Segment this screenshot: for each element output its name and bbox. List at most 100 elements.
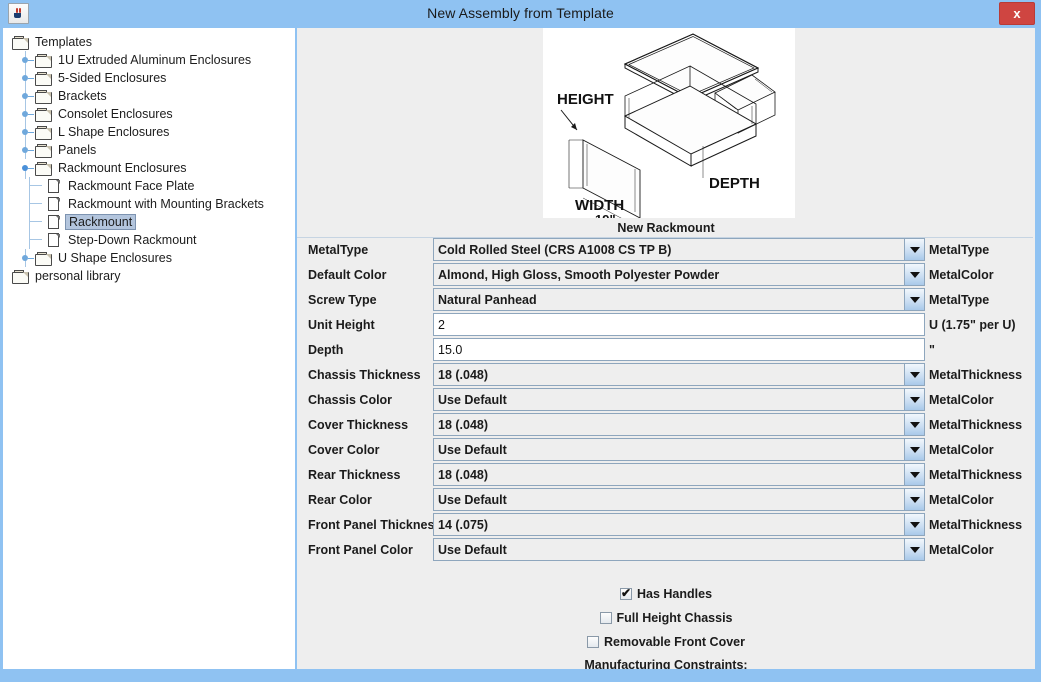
dropdown-rear-color[interactable]: Use Default xyxy=(433,488,925,511)
chevron-down-icon[interactable] xyxy=(904,364,924,385)
tree-item-rackmount-enclosures[interactable]: Rackmount Enclosures xyxy=(4,159,294,179)
tree-item-u-shape-enclosures[interactable]: U Shape Enclosures xyxy=(4,249,294,267)
folder-icon xyxy=(12,269,29,284)
form-row-depth: Depth 15.0 " xyxy=(297,337,1035,362)
folder-icon xyxy=(35,89,52,104)
dropdown-metaltype[interactable]: Cold Rolled Steel (CRS A1008 CS TP B) xyxy=(433,238,925,261)
checkbox-full-height-chassis[interactable] xyxy=(599,612,612,624)
control-wrap-depth: 15.0 xyxy=(433,338,925,361)
folder-icon xyxy=(35,143,52,158)
dropdown-value-chassis-thickness: 18 (.048) xyxy=(438,367,489,382)
close-icon[interactable]: x xyxy=(999,2,1035,25)
control-wrap-unit-height: 2 xyxy=(433,313,925,336)
control-wrap-chassis-thickness: 18 (.048) xyxy=(433,363,925,386)
tree-connector-stub xyxy=(30,221,42,222)
dropdown-screw-type[interactable]: Natural Panhead xyxy=(433,288,925,311)
template-tree[interactable]: Templates 1U Extruded Aluminum Enclosures… xyxy=(4,29,294,285)
file-icon xyxy=(48,178,61,194)
dropdown-value-screw-type: Natural Panhead xyxy=(438,292,537,307)
dropdown-front-panel-color[interactable]: Use Default xyxy=(433,538,925,561)
dropdown-chassis-thickness[interactable]: 18 (.048) xyxy=(433,363,925,386)
template-tree-panel[interactable]: Templates 1U Extruded Aluminum Enclosures… xyxy=(3,28,295,669)
tree-connector-stub xyxy=(30,239,42,240)
tree-item-rackmount[interactable]: Rackmount xyxy=(4,213,294,231)
tree-item-1u-extruded-aluminum-enclosures[interactable]: 1U Extruded Aluminum Enclosures xyxy=(4,51,294,69)
chevron-down-icon[interactable] xyxy=(904,289,924,310)
control-wrap-rear-color: Use Default xyxy=(433,488,925,511)
form-row-unit-height: Unit Height 2 U (1.75" per U) xyxy=(297,312,1035,337)
unit-label-screw-type: MetalType xyxy=(929,292,990,307)
tree-item-label: Rackmount with Mounting Brackets xyxy=(68,197,264,211)
checkbox-row-full-height-chassis[interactable]: Full Height Chassis xyxy=(297,606,1035,630)
dropdown-chassis-color[interactable]: Use Default xyxy=(433,388,925,411)
tree-expand-icon[interactable] xyxy=(18,141,34,159)
dropdown-value-cover-color: Use Default xyxy=(438,442,507,457)
unit-label-depth: " xyxy=(929,342,935,357)
rackmount-drawing-image: HEIGHT DEPTH WIDTH 19" xyxy=(543,28,795,218)
unit-label-chassis-color: MetalColor xyxy=(929,392,994,407)
tree-expand-icon[interactable] xyxy=(18,87,34,105)
file-icon xyxy=(48,214,61,230)
dropdown-value-chassis-color: Use Default xyxy=(438,392,507,407)
label-front-panel-thickness: Front Panel Thickness xyxy=(308,517,442,532)
tree-item-step-down-rackmount[interactable]: Step-Down Rackmount xyxy=(4,231,294,249)
control-wrap-front-panel-color: Use Default xyxy=(433,538,925,561)
tree-item-rackmount-face-plate[interactable]: Rackmount Face Plate xyxy=(4,177,294,195)
unit-label-default-color: MetalColor xyxy=(929,267,994,282)
form-row-chassis-color: Chassis Color Use Default MetalColor xyxy=(297,387,1035,412)
tree-item-brackets[interactable]: Brackets xyxy=(4,87,294,105)
tree-item-consolet-enclosures[interactable]: Consolet Enclosures xyxy=(4,105,294,123)
checkbox-label-has-handles: Has Handles xyxy=(636,587,713,601)
dropdown-value-cover-thickness: 18 (.048) xyxy=(438,417,489,432)
input-depth[interactable]: 15.0 xyxy=(433,338,925,361)
chevron-down-icon[interactable] xyxy=(904,414,924,435)
chevron-down-icon[interactable] xyxy=(904,389,924,410)
svg-text:HEIGHT: HEIGHT xyxy=(557,91,614,108)
tree-expand-icon[interactable] xyxy=(18,51,34,69)
control-wrap-screw-type: Natural Panhead xyxy=(433,288,925,311)
label-depth: Depth xyxy=(308,342,344,357)
tree-item-panels[interactable]: Panels xyxy=(4,141,294,159)
folder-icon xyxy=(35,161,52,176)
checkbox-row-has-handles[interactable]: Has Handles xyxy=(297,582,1035,606)
tree-item-personal-library[interactable]: personal library xyxy=(4,267,294,285)
chevron-down-icon[interactable] xyxy=(904,264,924,285)
tree-expand-icon[interactable] xyxy=(18,69,34,87)
tree-item-label: personal library xyxy=(35,269,121,283)
checkbox-has-handles[interactable] xyxy=(619,586,632,600)
tree-item-rackmount-with-mounting-brackets[interactable]: Rackmount with Mounting Brackets xyxy=(4,195,294,213)
dropdown-cover-thickness[interactable]: 18 (.048) xyxy=(433,413,925,436)
dropdown-value-rear-thickness: 18 (.048) xyxy=(438,467,489,482)
dropdown-rear-thickness[interactable]: 18 (.048) xyxy=(433,463,925,486)
chevron-down-icon[interactable] xyxy=(904,514,924,535)
tree-collapse-icon[interactable] xyxy=(18,160,34,179)
tree-expand-icon[interactable] xyxy=(18,249,34,267)
unit-label-cover-thickness: MetalThickness xyxy=(929,417,1023,432)
folder-icon xyxy=(35,251,52,266)
dropdown-front-panel-thickness[interactable]: 14 (.075) xyxy=(433,513,925,536)
unit-label-rear-color: MetalColor xyxy=(929,492,994,507)
tree-expand-icon[interactable] xyxy=(18,105,34,123)
form-row-default-color: Default Color Almond, High Gloss, Smooth … xyxy=(297,262,1035,287)
tree-expand-icon[interactable] xyxy=(18,123,34,141)
dropdown-value-front-panel-color: Use Default xyxy=(438,542,507,557)
chevron-down-icon[interactable] xyxy=(904,489,924,510)
dropdown-cover-color[interactable]: Use Default xyxy=(433,438,925,461)
checkbox-row-removable-front-cover[interactable]: Removable Front Cover xyxy=(297,630,1035,654)
chevron-down-icon[interactable] xyxy=(904,464,924,485)
checkbox-removable-front-cover[interactable] xyxy=(586,636,599,648)
input-unit-height[interactable]: 2 xyxy=(433,313,925,336)
tree-item-templates[interactable]: Templates xyxy=(4,33,294,51)
tree-item-5-sided-enclosures[interactable]: 5-Sided Enclosures xyxy=(4,69,294,87)
tree-connector-stub xyxy=(30,203,42,204)
tree-item-l-shape-enclosures[interactable]: L Shape Enclosures xyxy=(4,123,294,141)
file-icon xyxy=(48,196,61,212)
control-wrap-default-color: Almond, High Gloss, Smooth Polyester Pow… xyxy=(433,263,925,286)
chevron-down-icon[interactable] xyxy=(904,539,924,560)
tree-connector-line xyxy=(29,177,30,195)
folder-icon xyxy=(35,71,52,86)
chevron-down-icon[interactable] xyxy=(904,239,924,260)
tree-item-label: Templates xyxy=(35,35,92,49)
dropdown-default-color[interactable]: Almond, High Gloss, Smooth Polyester Pow… xyxy=(433,263,925,286)
chevron-down-icon[interactable] xyxy=(904,439,924,460)
